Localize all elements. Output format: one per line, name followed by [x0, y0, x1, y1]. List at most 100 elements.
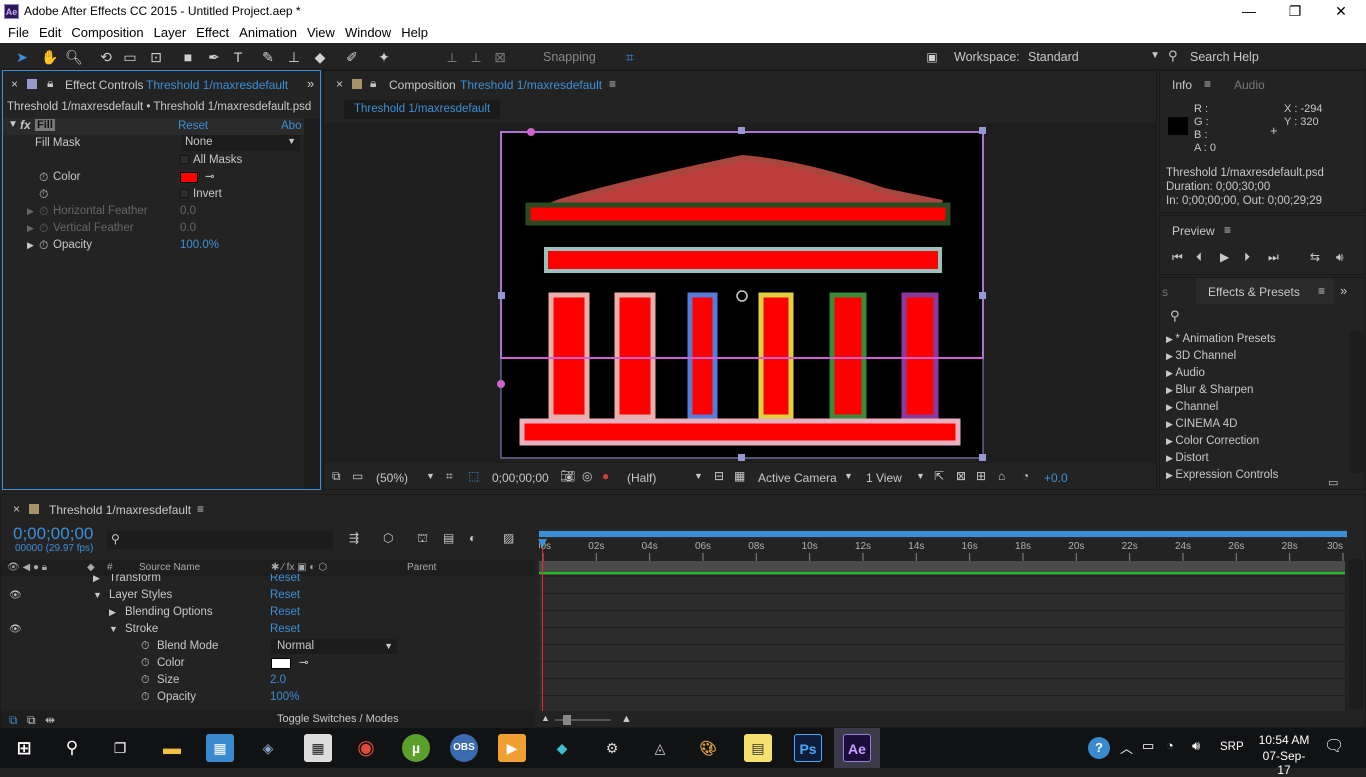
- expand-arrow-icon[interactable]: ▶: [27, 237, 34, 254]
- timeline-property-value[interactable]: Reset: [270, 621, 300, 638]
- composition-canvas[interactable]: [324, 123, 1156, 463]
- expand-arrow-icon[interactable]: ▶: [1166, 470, 1175, 480]
- three-d-icon[interactable]: ⌂: [998, 469, 1005, 483]
- effect-name-fill[interactable]: Fill: [35, 119, 55, 131]
- stopwatch-icon[interactable]: ⏱: [39, 237, 48, 254]
- effect-reset-link[interactable]: Reset: [178, 120, 208, 132]
- expand-arrow-icon[interactable]: ▶: [1166, 453, 1175, 463]
- stopwatch-icon[interactable]: ⏱: [39, 186, 48, 203]
- battery-icon[interactable]: ▭: [1142, 738, 1154, 754]
- help-icon[interactable]: ?: [1088, 737, 1110, 759]
- workspace-dropdown[interactable]: Standard ▼: [1028, 50, 1160, 64]
- eraser-tool-icon[interactable]: ◆: [310, 47, 330, 67]
- blend-mode-dropdown[interactable]: Normal ▼: [271, 639, 397, 654]
- preview-tab[interactable]: Preview: [1172, 224, 1215, 238]
- zoom-tool-icon[interactable]: 🔍︎: [64, 47, 84, 67]
- stopwatch-icon[interactable]: ⏱: [141, 655, 150, 672]
- timeline-property-value[interactable]: 2.0: [270, 672, 286, 689]
- new-folder-icon[interactable]: ▭: [1328, 476, 1338, 489]
- composition-subtab[interactable]: Threshold 1/maxresdefault: [344, 100, 501, 119]
- timeline-property-row[interactable]: ⏱ Color ⊸: [1, 655, 535, 672]
- next-frame-icon[interactable]: ⏵: [1244, 250, 1250, 265]
- panel-menu-icon[interactable]: ≡: [1224, 223, 1231, 237]
- always-preview-icon[interactable]: ⧉: [332, 469, 341, 484]
- file-explorer-icon[interactable]: ▬: [158, 734, 186, 762]
- bounds-handle[interactable]: [738, 454, 745, 461]
- fit-icon[interactable]: ⌗: [446, 469, 453, 484]
- info-tab[interactable]: Info: [1172, 78, 1192, 92]
- expand-arrow-icon[interactable]: ▶: [27, 203, 34, 220]
- bounds-handle[interactable]: [738, 127, 745, 134]
- loop-icon[interactable]: ⇆: [1310, 250, 1320, 264]
- app-icon[interactable]: ◈: [254, 734, 282, 762]
- frame-blending-icon[interactable]: ▤: [443, 531, 454, 545]
- camera-tool-icon[interactable]: ▭: [120, 47, 140, 67]
- panel-overflow-icon[interactable]: »: [307, 76, 314, 91]
- expand-arrow-icon[interactable]: ▶: [1166, 368, 1175, 378]
- collapsed-tab[interactable]: s: [1162, 285, 1168, 299]
- last-frame-icon[interactable]: ⏭: [1268, 250, 1279, 265]
- obs-icon[interactable]: OBS: [450, 734, 478, 762]
- wifi-icon[interactable]: ◔: [1166, 738, 1174, 753]
- monitor-icon[interactable]: ▭: [352, 469, 363, 483]
- bounds-handle[interactable]: [979, 127, 986, 134]
- expand-arrow-icon[interactable]: ▶: [1166, 402, 1175, 412]
- first-frame-icon[interactable]: ⏮: [1172, 250, 1183, 265]
- search-icon[interactable]: ⚲: [1170, 308, 1180, 324]
- timeline-timecode[interactable]: 0;00;00;00: [13, 524, 93, 544]
- puppet-pin-tool-icon[interactable]: ✦: [374, 47, 394, 67]
- horizontal-feather-value[interactable]: 0.0: [180, 203, 196, 220]
- snap-target-icon[interactable]: ⌗: [620, 47, 640, 67]
- stopwatch-icon[interactable]: ⏱: [141, 638, 150, 655]
- timeline-property-row[interactable]: ▶ Blending Options Reset: [1, 604, 535, 621]
- paint-icon[interactable]: 🎨︎: [694, 734, 722, 762]
- panel-menu-icon[interactable]: ≡: [1204, 77, 1211, 91]
- after-effects-taskbar-icon[interactable]: Ae: [843, 734, 871, 762]
- timeline-tracks[interactable]: [539, 577, 1345, 711]
- graph-editor-icon[interactable]: ▨: [503, 531, 514, 545]
- timeline-tab[interactable]: Threshold 1/maxresdefault: [49, 503, 191, 517]
- effect-about-link[interactable]: Abo: [281, 120, 301, 132]
- effect-controls-layer-name[interactable]: Threshold 1/maxresdefault: [146, 78, 288, 92]
- close-tab-icon[interactable]: ×: [13, 502, 20, 516]
- timeline-property-row[interactable]: 👁︎ ▼ Layer Styles Reset: [1, 587, 535, 604]
- expand-arrow-icon[interactable]: ▶: [1166, 385, 1175, 395]
- panel-menu-icon[interactable]: ≡: [609, 77, 616, 91]
- fx-icon[interactable]: fx: [20, 118, 31, 132]
- pan-behind-tool-icon[interactable]: ⊡: [146, 47, 166, 67]
- media-player-icon[interactable]: ▶: [498, 734, 526, 762]
- region-of-interest-icon[interactable]: ⬚: [468, 469, 479, 483]
- timeline-property-row[interactable]: ▶ Transform Reset: [1, 574, 535, 587]
- chrome-icon[interactable]: ◉: [352, 734, 380, 762]
- flowchart-icon[interactable]: ⊞: [976, 469, 986, 483]
- effects-list-item[interactable]: ▶ * Animation Presets: [1166, 331, 1276, 348]
- local-axis-icon[interactable]: ⟂: [442, 47, 462, 67]
- exposure-reset-icon[interactable]: ◔: [1022, 469, 1029, 483]
- zoom-slider[interactable]: ▲ ▲: [539, 713, 639, 727]
- opacity-value[interactable]: 100.0%: [180, 237, 219, 254]
- panel-menu-icon[interactable]: ≡: [197, 502, 204, 516]
- utorrent-icon[interactable]: µ: [402, 734, 430, 762]
- transfer-controls-icon[interactable]: ⧉: [27, 713, 36, 728]
- menu-help[interactable]: Help: [401, 23, 428, 40]
- control-panel-icon[interactable]: ▦: [206, 734, 234, 762]
- stopwatch-icon[interactable]: ⏱: [39, 203, 48, 220]
- effect-controls-tab[interactable]: Effect Controls: [65, 78, 143, 92]
- expand-arrow-icon[interactable]: ▶: [109, 604, 116, 621]
- stroke-color-swatch[interactable]: [271, 658, 291, 669]
- all-masks-checkbox[interactable]: [180, 155, 189, 164]
- search-help-field[interactable]: Search Help: [1190, 50, 1259, 64]
- stopwatch-icon[interactable]: ⏱: [39, 220, 48, 237]
- maximize-button[interactable]: ❐: [1272, 0, 1318, 23]
- motion-blur-switch-icon[interactable]: ◐: [469, 531, 476, 545]
- zoom-handle[interactable]: [563, 715, 571, 725]
- timeline-property-value[interactable]: Reset: [270, 604, 300, 621]
- layer-switches-icon[interactable]: ⧉: [9, 713, 18, 728]
- close-button[interactable]: ✕: [1318, 0, 1364, 23]
- effects-list-item[interactable]: ▶ Channel: [1166, 399, 1218, 416]
- timeline-property-row[interactable]: 👁︎ ▼ Stroke Reset: [1, 621, 535, 638]
- current-time-indicator[interactable]: [542, 543, 543, 711]
- comp-mini-flowchart-icon[interactable]: ⇶: [349, 531, 359, 545]
- effects-list-item[interactable]: ▶ Expression Controls: [1166, 467, 1278, 484]
- app-icon[interactable]: ⚙: [598, 734, 626, 762]
